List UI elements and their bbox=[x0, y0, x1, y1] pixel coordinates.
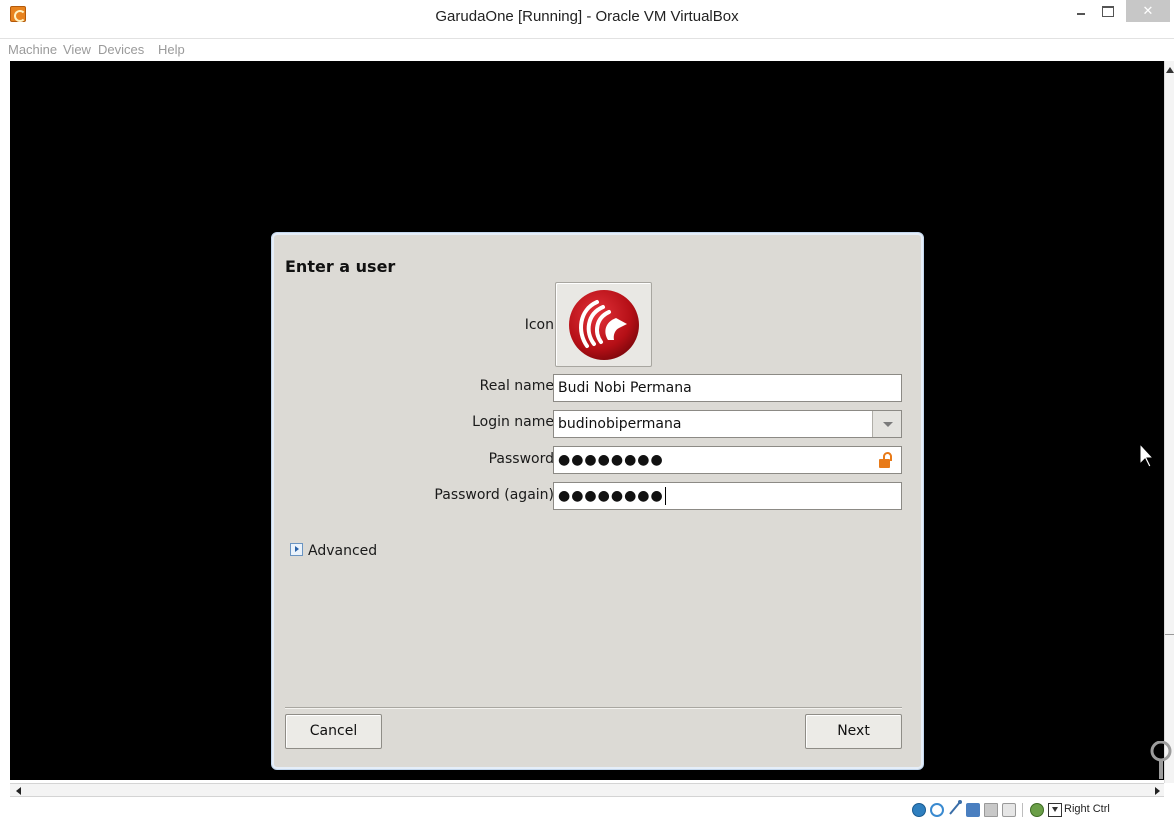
status-bar: Right Ctrl bbox=[0, 797, 1174, 823]
password-again-label: Password (again) bbox=[434, 487, 554, 503]
hard-disk-icon[interactable] bbox=[912, 803, 926, 817]
menu-devices[interactable]: Devices bbox=[98, 42, 144, 57]
login-name-combobox[interactable]: budinobipermana bbox=[553, 410, 902, 438]
user-icon-button[interactable] bbox=[555, 282, 652, 367]
password-value: ●●●●●●●● bbox=[558, 452, 664, 468]
password-label: Password bbox=[488, 451, 554, 467]
network-icon[interactable] bbox=[966, 803, 980, 817]
advanced-expander[interactable]: Advanced bbox=[290, 543, 377, 559]
usb-icon[interactable] bbox=[948, 800, 962, 815]
unlocked-padlock-icon bbox=[879, 452, 893, 468]
scrollbar-thumb[interactable] bbox=[1165, 634, 1174, 635]
vertical-scrollbar[interactable] bbox=[1164, 61, 1174, 783]
icon-label: Icon bbox=[524, 317, 554, 333]
real-name-input[interactable]: Budi Nobi Permana bbox=[553, 374, 902, 402]
menu-bar: Machine View Devices Help bbox=[0, 38, 1174, 60]
video-capture-icon[interactable] bbox=[1002, 803, 1016, 817]
optical-drive-icon[interactable] bbox=[930, 803, 944, 817]
scroll-up-arrow-icon[interactable] bbox=[1166, 67, 1174, 73]
dialog-separator bbox=[285, 707, 902, 709]
password-again-input[interactable]: ●●●●●●●● bbox=[553, 482, 902, 510]
menu-view[interactable]: View bbox=[63, 42, 91, 57]
dialog-heading: Enter a user bbox=[285, 257, 396, 276]
cancel-button[interactable]: Cancel bbox=[285, 714, 382, 749]
scroll-left-arrow-icon[interactable] bbox=[16, 787, 21, 795]
garuda-logo-icon bbox=[569, 290, 639, 360]
mouse-integration-icon bbox=[1150, 740, 1172, 781]
host-key-label: Right Ctrl bbox=[1064, 803, 1110, 815]
text-caret bbox=[664, 487, 666, 505]
shared-folders-icon[interactable] bbox=[984, 803, 998, 817]
enter-user-dialog: Enter a user Icon Real name Budi Nobi Pe… bbox=[271, 232, 924, 770]
window-title: GarudaOne [Running] - Oracle VM VirtualB… bbox=[435, 8, 739, 25]
next-button[interactable]: Next bbox=[805, 714, 902, 749]
mouse-capture-icon[interactable] bbox=[1030, 803, 1044, 817]
real-name-label: Real name bbox=[479, 378, 554, 394]
menu-help[interactable]: Help bbox=[158, 42, 185, 57]
minimize-button[interactable] bbox=[1069, 0, 1095, 22]
status-separator bbox=[1022, 803, 1023, 817]
keyboard-capture-icon[interactable] bbox=[1048, 803, 1062, 817]
login-name-label: Login name bbox=[472, 414, 554, 430]
maximize-button[interactable] bbox=[1095, 0, 1121, 22]
horizontal-scrollbar[interactable] bbox=[10, 783, 1164, 797]
close-button[interactable]: ✕ bbox=[1126, 0, 1170, 22]
login-name-value: budinobipermana bbox=[558, 416, 682, 432]
expander-arrow-icon[interactable] bbox=[290, 543, 303, 556]
password-again-value: ●●●●●●●● bbox=[558, 488, 664, 504]
scroll-right-arrow-icon[interactable] bbox=[1155, 787, 1160, 795]
advanced-label: Advanced bbox=[308, 543, 378, 559]
mouse-pointer-icon bbox=[1139, 442, 1155, 469]
password-input[interactable]: ●●●●●●●● bbox=[553, 446, 902, 474]
chevron-down-icon[interactable] bbox=[872, 411, 901, 437]
window-title-bar: GarudaOne [Running] - Oracle VM VirtualB… bbox=[0, 0, 1174, 38]
menu-machine[interactable]: Machine bbox=[8, 42, 57, 57]
